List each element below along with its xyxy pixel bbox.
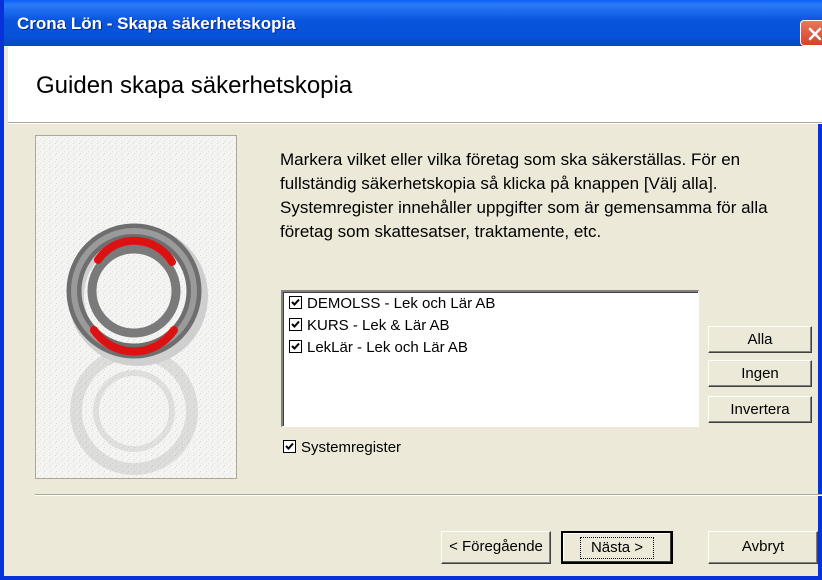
company-label: LekLär - Lek och Lär AB xyxy=(307,339,468,356)
wizard-header: Guiden skapa säkerhetskopia xyxy=(8,46,822,122)
next-button[interactable]: Nästa > xyxy=(561,531,673,564)
back-button[interactable]: < Föregående xyxy=(441,531,551,564)
select-none-button[interactable]: Ingen xyxy=(708,360,812,387)
checkmark-icon xyxy=(285,442,294,450)
list-item[interactable]: KURS - Lek & Lär AB xyxy=(289,315,698,336)
title-bar[interactable]: Crona Lön - Skapa säkerhetskopia xyxy=(4,0,822,46)
checkmark-icon xyxy=(291,342,300,350)
list-item[interactable]: DEMOLSS - Lek och Lär AB xyxy=(289,293,698,314)
cancel-button[interactable]: Avbryt xyxy=(708,531,818,564)
checkmark-icon xyxy=(291,298,300,306)
close-button[interactable] xyxy=(800,20,822,46)
system-register-checkbox[interactable] xyxy=(283,440,296,454)
instructions-text: Markera vilket eller vilka företag som s… xyxy=(280,150,768,241)
checkbox[interactable] xyxy=(289,318,302,332)
checkbox[interactable] xyxy=(289,340,302,354)
footer-divider xyxy=(35,494,822,496)
system-register-label: Systemregister xyxy=(301,439,402,456)
checkbox[interactable] xyxy=(289,296,302,310)
window-title: Crona Lön - Skapa säkerhetskopia xyxy=(17,14,296,33)
invert-selection-button[interactable]: Invertera xyxy=(708,396,812,423)
company-label: KURS - Lek & Lär AB xyxy=(307,317,450,334)
header-divider xyxy=(8,122,822,124)
wizard-window: Crona Lön - Skapa säkerhetskopia Guiden … xyxy=(0,0,822,580)
system-register-option[interactable]: Systemregister xyxy=(283,438,401,458)
next-button-label: Nästa > xyxy=(579,537,655,559)
list-item[interactable]: LekLär - Lek och Lär AB xyxy=(289,337,698,358)
lifebuoy-image xyxy=(35,135,237,479)
company-list[interactable]: DEMOLSS - Lek och Lär AB KURS - Lek & Lä… xyxy=(281,290,699,427)
select-all-button[interactable]: Alla xyxy=(708,326,812,353)
page-title: Guiden skapa säkerhetskopia xyxy=(36,72,353,99)
close-icon xyxy=(808,27,822,41)
checkmark-icon xyxy=(291,320,300,328)
company-label: DEMOLSS - Lek och Lär AB xyxy=(307,295,496,312)
